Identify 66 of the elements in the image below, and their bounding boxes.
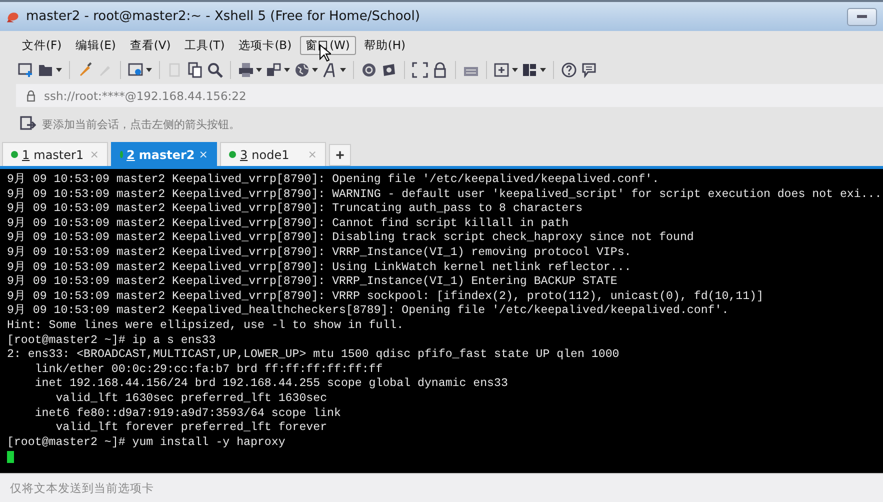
dropdown-caret-icon[interactable] (146, 68, 152, 72)
menu-item[interactable]: 选项卡(B) (232, 36, 298, 54)
terminal-line: 9月 09 10:53:09 master2 Keepalived_vrrp[8790]: WARNING - default user 'keepalived_script' for script execution does not exi... (7, 188, 883, 202)
dropdown-caret-icon[interactable] (340, 68, 346, 72)
menu-item[interactable]: 编辑(E) (70, 36, 122, 54)
add-folder-icon[interactable] (494, 62, 510, 78)
terminal-line: 9月 09 10:53:09 master2 Keepalived_vrrp[8790]: VRRP_Instance(VI_1) removing protocol VIPs. (7, 246, 632, 261)
terminal-line: 9月 09 10:53:09 master2 Keepalived_vrrp[8790]: VRRP sockpool: [ifindex(2), proto(112), unicast(0), fd(10,11)] (7, 290, 764, 304)
new-session-icon[interactable] (18, 62, 34, 78)
lock-icon (26, 90, 36, 102)
folder-icon[interactable] (38, 62, 54, 78)
terminal-line: inet6 fe80::d9a7:919:a9d7:3593/64 scope link (34, 406, 342, 422)
globe-icon[interactable] (294, 62, 310, 78)
transfer-icon[interactable] (266, 62, 282, 78)
shell-logo-icon (6, 10, 20, 24)
hint-text: 要添加当前会话，点击左侧的箭头按钮。 (42, 116, 240, 132)
terminal-line: 9月 09 10:53:09 master2 Keepalived_vrrp[8790]: VRRP_Instance(VI_1) Entering BACKUP STATE (7, 275, 618, 290)
terminal-line: 9月 09 10:53:09 master2 Keepalived_vrrp[8790]: Truncating auth_pass to 8 characters (7, 202, 584, 217)
text-cursor (7, 451, 14, 464)
shell-icon[interactable] (361, 62, 377, 78)
address-bar[interactable]: ssh://root:****@192.168.44.156:22 (16, 84, 883, 107)
session-tab[interactable]: 2 master2 × (111, 142, 217, 166)
terminal-line: valid_lft 1630sec preferred_lft 1630sec (54, 392, 328, 406)
terminal-line: inet 192.168.44.156/24 brd 192.168.44.255 scope global dynamic ens33 (34, 377, 509, 392)
terminal-line: 9月 09 10:53:09 master2 Keepalived_vrrp[8790]: Opening file '/etc/keepalived/keepalived.conf'. (7, 173, 660, 188)
terminal-line: [root@master2 ~]# ip a s ens33 (7, 334, 217, 348)
terminal-line: link/ether 00:0c:29:cc:fa:b7 brd ff:ff:ff:ff:ff:ff (34, 362, 384, 378)
chat-bubble-icon[interactable] (581, 62, 597, 78)
dropdown-caret-icon[interactable] (512, 68, 518, 72)
terminal-line: Hint: Some lines were ellipsized, use -l to show in full. (7, 318, 405, 334)
dropdown-caret-icon[interactable] (312, 68, 318, 72)
window-title: master2 - root@master2:~ - Xshell 5 (Free for Home/School) (26, 9, 420, 24)
menu-item[interactable]: 查看(V) (124, 36, 177, 54)
font-icon[interactable] (322, 62, 338, 78)
terminal-line: 9月 09 10:53:09 master2 Keepalived_vrrp[8790]: Cannot find script killall in path (7, 216, 570, 231)
terminal-line: 9月 09 10:53:09 master2 Keepalived_healthcheckers[8789]: Opening file '/etc/keepalived/keepalived.conf'. (7, 304, 730, 319)
menu-item[interactable]: 工具(T) (178, 36, 231, 54)
session-tab[interactable]: 1 master1 × (2, 142, 108, 166)
terminal-line: 9月 09 10:53:09 master2 Keepalived_vrrp[8790]: Using LinkWatch kernel netlink reflector... (7, 260, 632, 275)
settings-icon[interactable] (128, 62, 144, 78)
menu-item[interactable]: 帮助(H) (358, 36, 412, 54)
session-tab[interactable]: 3 node1 × (220, 142, 326, 166)
terminal-line: valid_lft forever preferred_lft forever (54, 421, 328, 436)
dropdown-caret-icon[interactable] (540, 68, 546, 72)
fullscreen-icon[interactable] (412, 62, 428, 78)
address-text: ssh://root:****@192.168.44.156:22 (44, 88, 246, 102)
paste-icon[interactable] (187, 62, 203, 78)
dropdown-caret-icon[interactable] (284, 68, 290, 72)
compose-input-field[interactable]: 仅将文本发送到当前选项卡 (0, 479, 320, 497)
new-tab-button[interactable]: + (329, 144, 351, 166)
terminal-line: 2: ens33: <BROADCAST,MULTICAST,UP,LOWER_UP> mtu 1500 qdisc pfifo_fast state UP qlen 1000 (7, 348, 620, 363)
terminal-panel[interactable] (0, 169, 883, 473)
layout-icon[interactable] (522, 62, 538, 78)
menu-item[interactable]: 文件(F) (16, 36, 68, 54)
terminal-line: 9月 09 10:53:09 master2 Keepalived_vrrp[8790]: Disabling track script check_haproxy since not found (7, 231, 695, 246)
dropdown-caret-icon[interactable] (56, 68, 62, 72)
lock-icon[interactable] (432, 62, 448, 78)
minimize-button[interactable] (847, 8, 877, 26)
print-icon[interactable] (238, 62, 254, 78)
add-session-arrow-icon[interactable] (20, 116, 36, 132)
search-icon[interactable] (207, 62, 223, 78)
file-transfer-icon[interactable] (381, 62, 397, 78)
connect-icon[interactable] (77, 62, 93, 78)
help-icon[interactable] (561, 62, 577, 78)
terminal-line: [root@master2 ~]# yum install -y haproxy (7, 436, 286, 450)
dropdown-caret-icon[interactable] (256, 68, 262, 72)
